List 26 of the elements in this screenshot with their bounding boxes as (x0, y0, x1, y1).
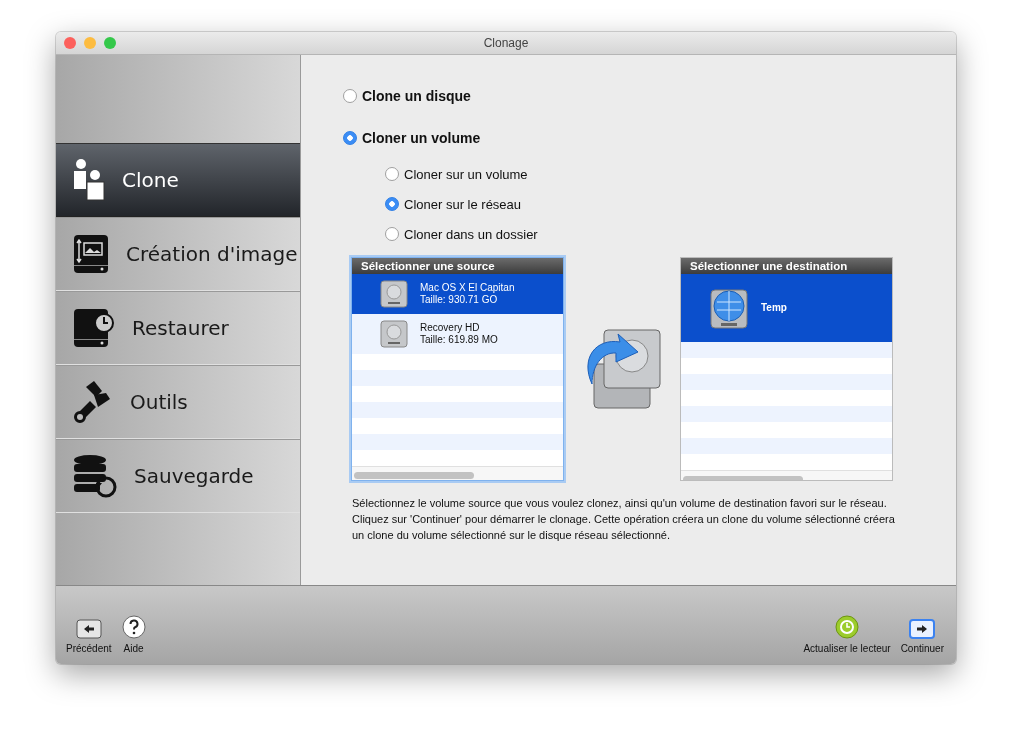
volume-size: Taille: 930.71 GO (420, 294, 499, 306)
description-text: Sélectionnez le volume source que vous voulez clonez, ainsi qu'un volume de destination favori sur le réseau. Cliquez sur 'Continuer' pour démarrer le clonage. Cette opération créera un clone du volume sélectionné créera un clone du volume sélectionné sur le disque réseau sélectionné. (352, 496, 896, 543)
list-row[interactable]: Temp (681, 274, 892, 342)
list-header: Sélectionner une source (352, 258, 563, 274)
list-row[interactable]: Mac OS X El Capitan Taille: 930.71 GO (352, 274, 563, 314)
volume-size: Taille: 619.89 MO (420, 334, 498, 346)
radio-label: Clone un disque (362, 88, 471, 104)
radio-label: Cloner sur un volume (404, 166, 528, 182)
toolbar-button[interactable]: Continuer (900, 619, 944, 654)
sidebar-item[interactable]: Restaurer (56, 291, 300, 365)
toolbar-button[interactable]: Précédent (66, 619, 112, 654)
volume-name: Recovery HD (420, 322, 481, 334)
radio-label: Cloner sur le réseau (404, 196, 522, 212)
volume-name: Temp (761, 302, 787, 314)
radio-label: Cloner un volume (362, 130, 481, 146)
sidebar-item[interactable]: Sauvegarde (56, 439, 300, 513)
toolbar-button[interactable]: Aide (121, 615, 146, 654)
list-row[interactable]: Recovery HD Taille: 619.89 MO (352, 314, 563, 354)
radio-label: Cloner dans un dossier (404, 226, 538, 242)
sidebar-item[interactable]: Création d'image (56, 217, 300, 291)
sidebar-item[interactable]: Clone (56, 143, 300, 217)
list-header: Sélectionner une destination (681, 258, 892, 274)
toolbar-button[interactable]: Actualiser le lecteur (803, 615, 891, 654)
volume-name: Mac OS X El Capitan (420, 282, 515, 294)
window-title: Clonage (483, 36, 529, 50)
sidebar-item[interactable]: Outils (56, 365, 300, 439)
